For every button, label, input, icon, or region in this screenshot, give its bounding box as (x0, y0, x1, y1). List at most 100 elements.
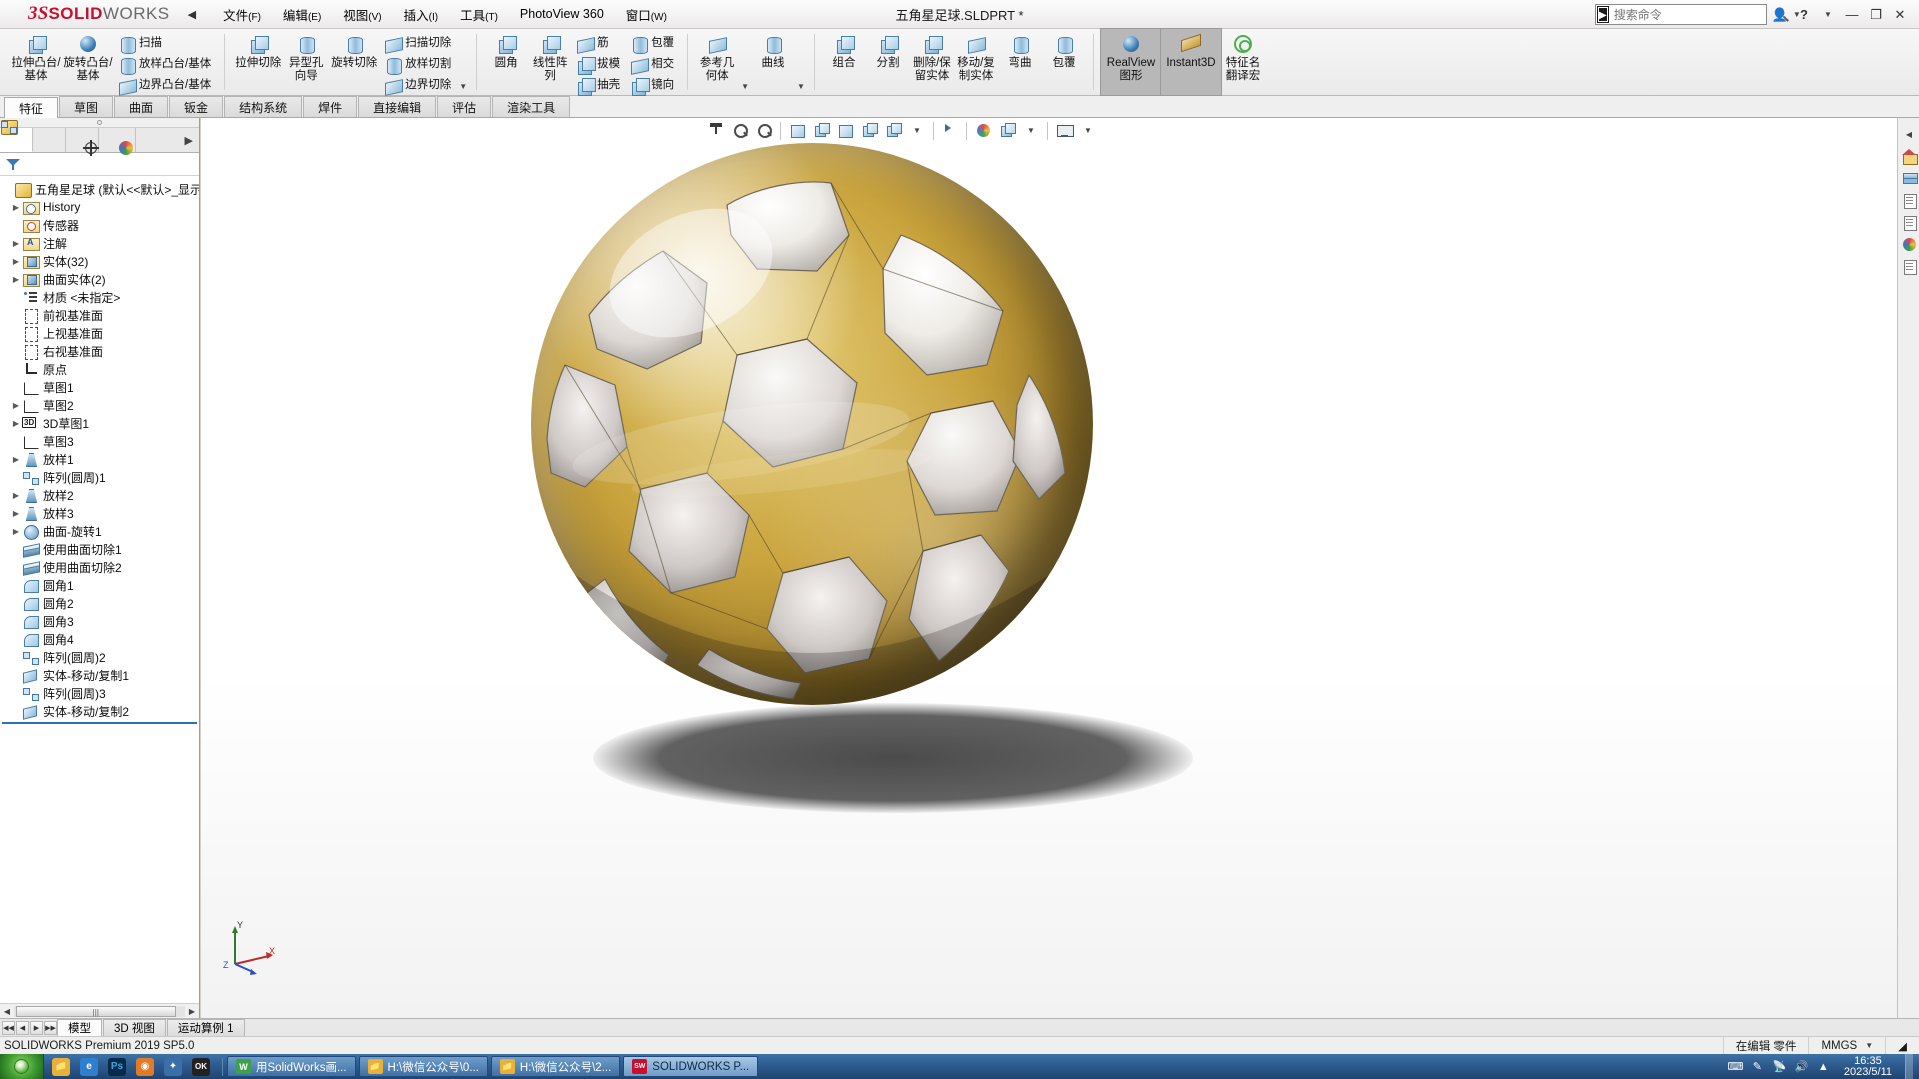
command-search-box[interactable]: ▶ 🔍 ▼ (1595, 4, 1801, 25)
quick-launch-browser[interactable]: e (76, 1055, 102, 1078)
display-manager-tab[interactable] (99, 128, 136, 155)
tree-item[interactable]: ▶ 注解 (0, 234, 199, 252)
view-orientation-dropdown[interactable] (882, 120, 904, 142)
tree-item[interactable]: ▶ History (0, 198, 199, 216)
tab-structure-system[interactable]: 结构系统 (224, 96, 303, 117)
status-units[interactable]: MMGS ▼ (1808, 1036, 1885, 1055)
tree-expander-icon[interactable]: ▶ (10, 275, 22, 284)
tree-item[interactable]: 实体-移动/复制1 (0, 666, 199, 684)
search-input[interactable] (1611, 6, 1771, 23)
tree-expander-icon[interactable]: ▶ (10, 491, 22, 500)
appearances-button[interactable] (1899, 234, 1919, 254)
view-orientation-caret[interactable]: ▼ (906, 120, 928, 142)
menu-item-tools[interactable]: 工具(T) (449, 1, 509, 28)
tree-expander-icon[interactable]: ▶ (10, 527, 22, 536)
menu-item-view[interactable]: 视图(V) (332, 1, 392, 28)
ball-sphere[interactable] (531, 143, 1093, 705)
menu-item-window[interactable]: 窗口(W) (615, 1, 678, 28)
realview-graphics-button[interactable]: RealView 图形 (1099, 28, 1162, 96)
tree-expander-icon[interactable]: ▶ (10, 509, 22, 518)
split-button[interactable]: 分割 (866, 29, 910, 95)
boundary-cut-button[interactable]: 边界切除 (380, 73, 457, 94)
tree-item[interactable]: 传感器 (0, 216, 199, 234)
tree-item[interactable]: ▶ 3D草图1 (0, 414, 199, 432)
taskbar-item-folder-2[interactable]: 📁 H:\微信公众号\2... (490, 1056, 621, 1077)
cut-group-expand[interactable]: ▼ (457, 29, 469, 95)
previous-view-button[interactable] (753, 120, 775, 142)
tree-item[interactable]: ▶ 放样3 (0, 504, 199, 522)
tab-surfaces[interactable]: 曲面 (114, 96, 169, 117)
tab-sketch[interactable]: 草图 (59, 96, 114, 117)
flex-button[interactable]: 弯曲 (998, 29, 1042, 95)
tab-render-tools[interactable]: 渲染工具 (492, 96, 571, 117)
property-manager-tab[interactable] (33, 128, 66, 152)
input-method-icon[interactable]: ▲ (1816, 1059, 1831, 1074)
tree-expander-icon[interactable]: ▶ (10, 455, 22, 464)
sweep-button[interactable]: 扫描 (114, 31, 217, 54)
filter-input[interactable] (26, 156, 199, 172)
loft-cut-button[interactable]: 放样切割 (380, 52, 457, 75)
bottom-tab-motion-study[interactable]: 运动算例 1 (166, 1019, 245, 1036)
taskbar-item-solidworks-doc[interactable]: W 用SolidWorks画... (227, 1056, 356, 1077)
wrap-body-button[interactable]: 包覆 (1042, 29, 1086, 95)
tree-item[interactable]: ▶ 曲面-旋转1 (0, 522, 199, 540)
tree-item[interactable]: ▶ 放样1 (0, 450, 199, 468)
tree-item[interactable]: 使用曲面切除2 (0, 558, 199, 576)
tree-item[interactable]: 圆角2 (0, 594, 199, 612)
pen-icon[interactable]: ✎ (1750, 1059, 1765, 1074)
extrude-boss-button[interactable]: 拉伸凸台/基体 (10, 29, 62, 95)
tree-expander-icon[interactable]: ▶ (10, 239, 22, 248)
bottom-tab-3dviews[interactable]: 3D 视图 (103, 1019, 166, 1036)
fillet-button[interactable]: 圆角 (484, 29, 528, 95)
minimize-button[interactable]: — (1841, 4, 1863, 26)
tab-prev-icon[interactable]: ◀ (16, 1020, 29, 1035)
move-copy-body-button[interactable]: 移动/复制实体 (954, 29, 998, 95)
apply-scene-button[interactable] (996, 120, 1018, 142)
menu-item-file[interactable]: 文件(F) (212, 1, 272, 28)
display-style-button[interactable] (834, 120, 856, 142)
reference-geometry-button[interactable]: 参考几何体 (695, 29, 739, 95)
network-icon[interactable]: 📡 (1772, 1059, 1787, 1074)
tree-item[interactable]: 阵列(圆周)1 (0, 468, 199, 486)
edit-appearance-button[interactable] (972, 120, 994, 142)
feature-translate-macro-button[interactable]: 特征名翻译宏 (1221, 29, 1265, 95)
tab-evaluate[interactable]: 评估 (437, 96, 492, 117)
volume-icon[interactable]: 🔊 (1794, 1059, 1809, 1074)
section-view-button[interactable] (786, 120, 808, 142)
tree-expander-icon[interactable]: ▶ (10, 419, 22, 428)
intersect-button[interactable]: 相交 (626, 52, 680, 73)
sweep-cut-button[interactable]: 扫描切除 (380, 31, 457, 52)
revolve-boss-button[interactable]: 旋转凸台/基体 (62, 29, 114, 95)
tab-sheet-metal[interactable]: 钣金 (169, 96, 224, 117)
tab-last-icon[interactable]: ▶▶ (44, 1020, 57, 1035)
reference-geometry-dropdown[interactable]: ▼ (739, 29, 751, 95)
boundary-boss-button[interactable]: 边界凸台/基体 (114, 73, 217, 94)
scroll-left-icon[interactable]: ◀ (0, 1007, 14, 1016)
tab-direct-editing[interactable]: 直接编辑 (358, 96, 437, 117)
panel-tab-expand-icon[interactable]: ▶ (185, 128, 199, 152)
tree-root-item[interactable]: 五角星足球 (默认<<默认>_显示状态 1 (0, 180, 199, 198)
taskbar-item-solidworks[interactable]: SW SOLIDWORKS P... (623, 1056, 759, 1077)
hole-wizard-button[interactable]: 异型孔向导 (284, 29, 328, 95)
view-settings-button[interactable] (1053, 120, 1075, 142)
menu-item-insert[interactable]: 插入(I) (393, 1, 449, 28)
quick-launch-photoshop[interactable]: Ps (104, 1055, 130, 1078)
tree-item[interactable]: 材质 <未指定> (0, 288, 199, 306)
solidworks-resources-button[interactable] (1899, 146, 1919, 166)
menu-item-photoview360[interactable]: PhotoView 360 (509, 3, 615, 25)
tree-item[interactable]: 圆角3 (0, 612, 199, 630)
revolve-cut-button[interactable]: 旋转切除 (328, 29, 380, 95)
zoom-to-area-button[interactable] (729, 120, 751, 142)
tree-expander-icon[interactable]: ▶ (10, 401, 22, 410)
delete-keep-body-button[interactable]: 删除/保留实体 (910, 29, 954, 95)
tree-item[interactable]: 圆角4 (0, 630, 199, 648)
tree-item[interactable]: ▶ 放样2 (0, 486, 199, 504)
custom-properties-button[interactable] (1899, 256, 1919, 276)
restore-button[interactable]: ❐ (1865, 4, 1887, 26)
loft-boss-button[interactable]: 放样凸台/基体 (114, 52, 217, 75)
start-button[interactable] (0, 1054, 44, 1079)
tree-item[interactable]: 阵列(圆周)2 (0, 648, 199, 666)
menu-item-edit[interactable]: 编辑(E) (272, 1, 332, 28)
tab-first-icon[interactable]: ◀◀ (2, 1020, 15, 1035)
linear-pattern-button[interactable]: 线性阵列 (528, 29, 572, 95)
